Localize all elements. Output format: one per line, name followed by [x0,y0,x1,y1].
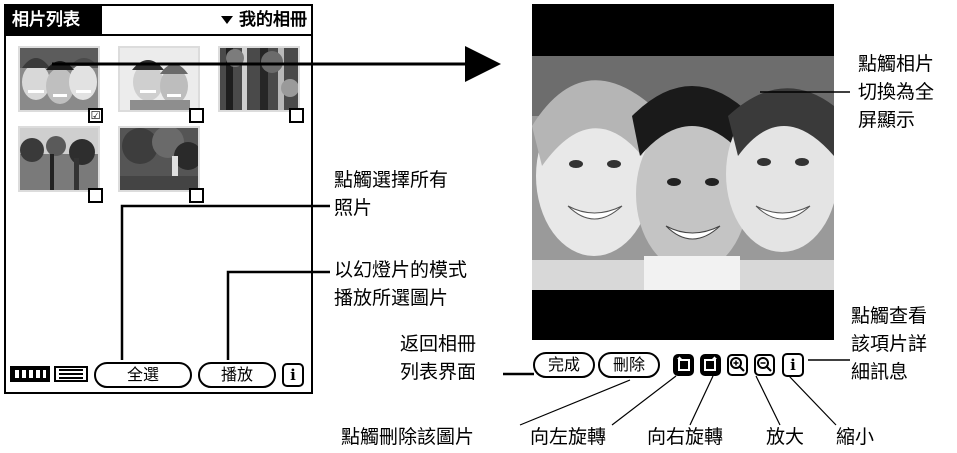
letterbox-top [532,4,834,56]
annotation-rotate-right: 向右旋轉 [647,426,724,448]
annotation-select-all-line2: 照片 [334,197,373,219]
done-button[interactable]: 完成 [533,352,595,378]
annotation-back-line1: 返回相冊 [400,333,477,355]
annotation-view-details: 點觸查看 該項片詳 細訊息 [851,302,927,386]
thumb-tree-statue-checkbox[interactable] [189,188,204,203]
annotation-slideshow-line2: 播放所選圖片 [334,287,449,309]
thumb-tree-statue-image [120,128,198,190]
list-view-icon[interactable] [54,366,88,382]
letterbox-bottom [532,290,834,340]
thumb-forest-2[interactable] [18,126,100,192]
annotation-tap-photo-line1: 點觸相片 [858,53,935,75]
view-toolbar: 完成 刪除 i [532,348,834,382]
thumb-forest-2-checkbox[interactable] [88,188,103,203]
thumb-forest-1-image [220,48,298,110]
annotation-back-to-list: 返回相冊 列表界面 [400,330,476,386]
main-photo[interactable] [532,56,834,290]
annotation-delete: 點觸刪除該圖片 [341,426,475,448]
thumb-couple-image [120,48,198,110]
thumb-forest-1-checkbox[interactable] [289,108,304,123]
annotation-details-line1: 點觸查看 [851,305,928,327]
annotation-select-all: 點觸選擇所有 照片 [334,166,448,222]
annotation-zoom-in: 放大 [766,426,805,448]
zoom-out-icon[interactable] [754,354,775,376]
thumb-friends-three-image [20,48,98,110]
thumb-friends-three[interactable] [18,46,100,112]
annotation-tap-photo-line2: 切換為全 [858,81,935,103]
info-button[interactable]: i [282,363,304,387]
annotation-details-line3: 細訊息 [851,361,909,383]
rotate-right-icon[interactable] [700,354,721,376]
thumb-forest-1[interactable] [218,46,300,112]
thumb-forest-2-image [20,128,98,190]
annotation-tap-photo-line3: 屏顯示 [858,109,916,131]
annotation-slideshow-line1: 以幻燈片的模式 [334,259,468,281]
thumb-friends-three-checkbox[interactable]: ☑ [88,108,103,123]
list-bottom-bar: 全選 播放 i [6,358,311,392]
zoom-in-icon[interactable] [727,354,748,376]
list-title-bar: 相片列表 我的相冊 [6,6,311,36]
select-all-button[interactable]: 全選 [94,362,192,388]
thumb-couple[interactable] [118,46,200,112]
album-selector[interactable]: 我的相冊 [221,6,307,34]
annotation-tap-photo: 點觸相片 切換為全 屏顯示 [858,50,934,134]
delete-button[interactable]: 刪除 [598,352,660,378]
rotate-left-icon[interactable] [673,354,694,376]
triangle-down-icon [221,16,233,24]
annotation-back-line2: 列表界面 [400,361,477,383]
thumb-couple-checkbox[interactable] [189,108,204,123]
annotation-slideshow: 以幻燈片的模式 播放所選圖片 [334,256,467,312]
annotation-details-line2: 該項片詳 [851,333,928,355]
thumbnail-view-icon[interactable] [10,366,50,382]
annotation-zoom-out: 縮小 [836,426,875,448]
list-title: 相片列表 [6,6,102,34]
play-button[interactable]: 播放 [198,362,276,388]
album-selector-label: 我的相冊 [239,10,307,30]
view-info-button[interactable]: i [782,353,804,377]
annotation-rotate-left: 向左旋轉 [530,426,607,448]
photo-list-screen: 相片列表 我的相冊 ☑ 全選 播放 i [4,4,313,394]
thumb-tree-statue[interactable] [118,126,200,192]
photo-view-screen: 完成 刪除 i [532,4,834,392]
annotation-select-all-line1: 點觸選擇所有 [334,169,449,191]
